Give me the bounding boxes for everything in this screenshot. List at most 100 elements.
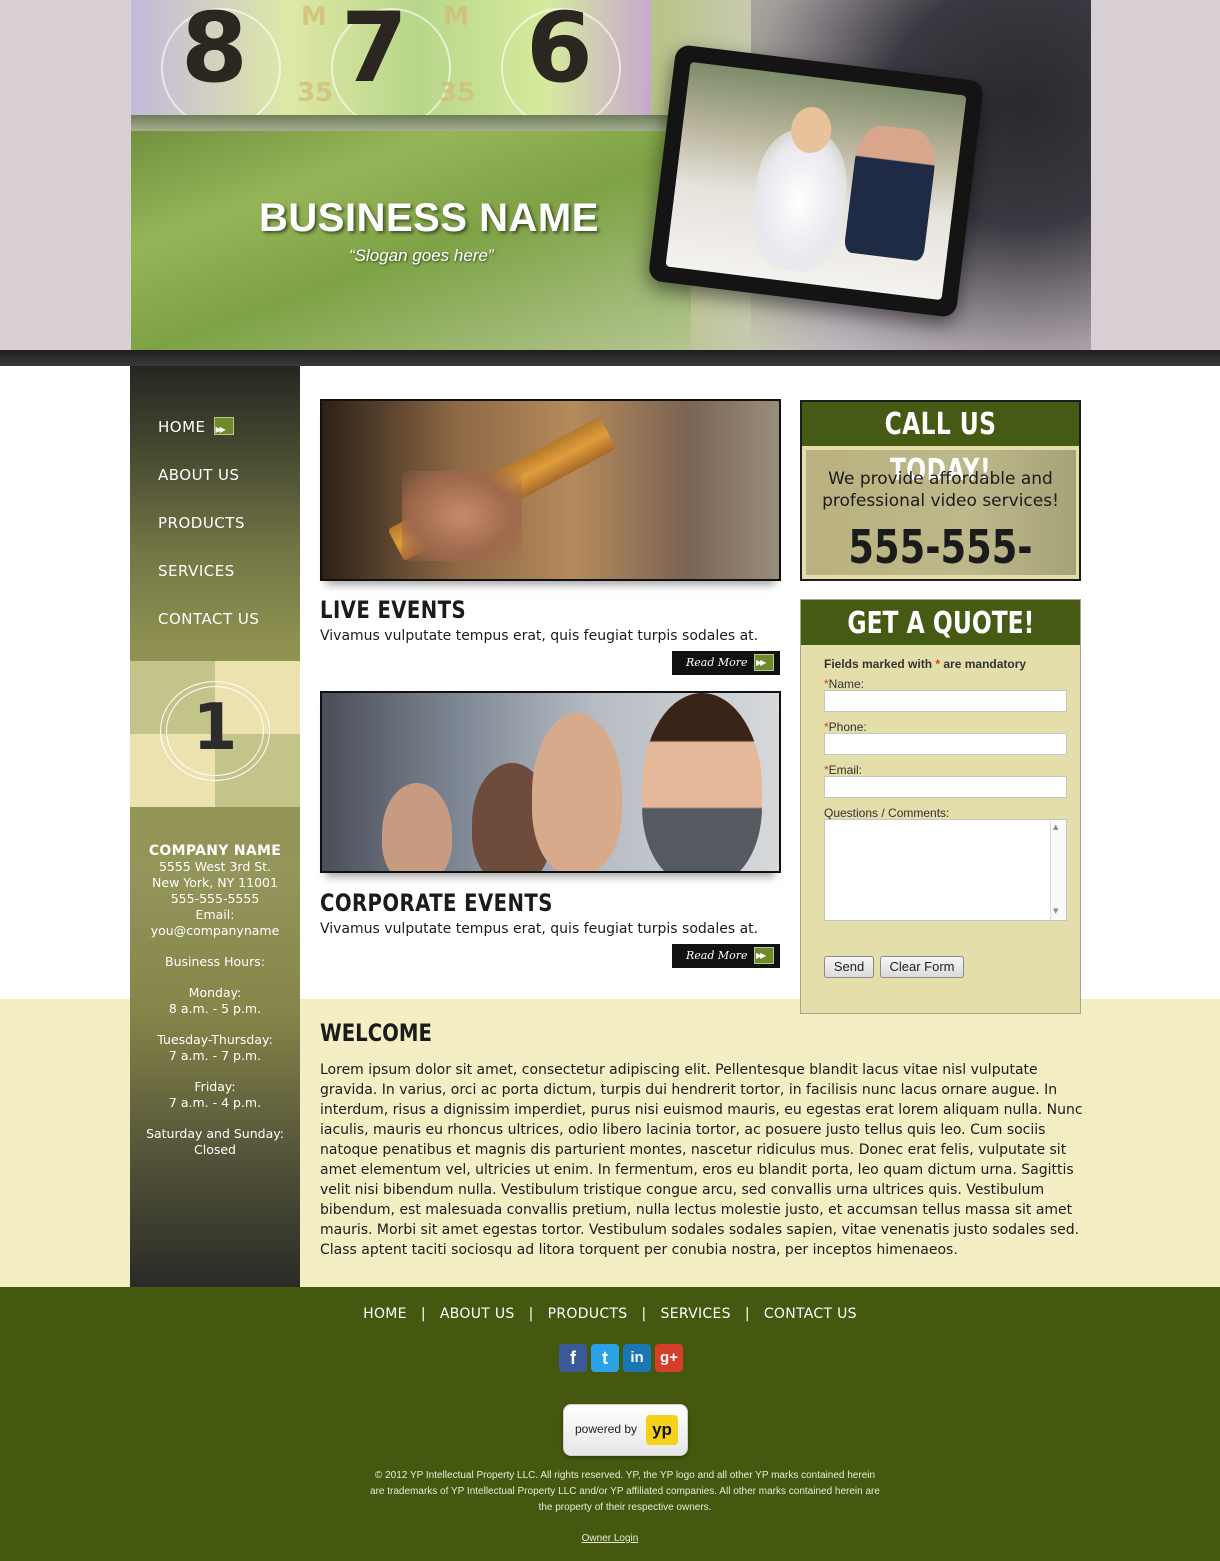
call-us-box: CALL US TODAY! We provide affordable and… xyxy=(800,400,1081,581)
film-code: 35 xyxy=(297,78,334,108)
comments-scrollbar[interactable] xyxy=(1050,820,1066,920)
phone-label: *Phone: xyxy=(824,720,867,734)
corporate-events-title: CORPORATE EVENTS xyxy=(320,889,553,917)
read-more-label: Read More xyxy=(686,656,748,669)
google-plus-icon[interactable]: g+ xyxy=(655,1344,683,1372)
email-field[interactable] xyxy=(824,776,1067,798)
name-field[interactable] xyxy=(824,690,1067,712)
nav-item-contact-us[interactable]: CONTACT US xyxy=(158,608,259,656)
email-label: *Email: xyxy=(824,763,863,777)
live-events-title: LIVE EVENTS xyxy=(320,596,467,624)
quote-title: GET A QUOTE! xyxy=(801,600,1080,645)
corporate-events-description: Vivamus vulputate tempus erat, quis feug… xyxy=(320,921,759,937)
guitar-hand xyxy=(402,471,522,561)
hours-time: Closed xyxy=(194,1142,236,1157)
nav-item-home[interactable]: HOME xyxy=(158,416,259,464)
hours-time: 7 a.m. - 4 p.m. xyxy=(168,1095,262,1110)
film-number: 7 xyxy=(341,0,408,104)
linkedin-icon[interactable]: in xyxy=(623,1344,651,1372)
hours-days: Friday: xyxy=(194,1079,236,1094)
phone-field[interactable] xyxy=(824,733,1067,755)
powered-by-yp-badge[interactable]: powered by yp xyxy=(563,1404,688,1456)
footer-link-services[interactable]: SERVICES xyxy=(661,1306,731,1322)
camera-screen xyxy=(647,43,985,319)
person-figure xyxy=(382,783,452,871)
owner-login-label[interactable]: Owner Login xyxy=(582,1533,639,1544)
copyright-text: © 2012 YP Intellectual Property LLC. All… xyxy=(360,1468,890,1516)
film-number: 6 xyxy=(526,0,593,104)
nav-item-about-us[interactable]: ABOUT US xyxy=(158,464,259,512)
live-events-read-more-button[interactable]: Read More xyxy=(672,651,780,675)
mandatory-note: Fields marked with * are mandatory xyxy=(824,657,1027,671)
main-nav: HOME ABOUT US PRODUCTS SERVICES CONTACT … xyxy=(158,416,259,656)
film-mark: M xyxy=(443,2,469,32)
person-figure xyxy=(642,693,762,871)
welcome-text: Lorem ipsum dolor sit amet, consectetur … xyxy=(320,1062,1083,1258)
film-countdown-strip: 8 7 6 M M 35 35 xyxy=(131,0,651,128)
powered-by-text: powered by xyxy=(575,1422,638,1436)
yp-logo-icon: yp xyxy=(646,1415,678,1445)
footer-link-products[interactable]: PRODUCTS xyxy=(548,1306,628,1322)
business-hours-title: Business Hours: xyxy=(165,954,265,969)
wedding-photo xyxy=(665,61,967,301)
nav-item-label: ABOUT US xyxy=(158,466,240,484)
footer-separator: | xyxy=(420,1306,426,1322)
sidebar: HOME ABOUT US PRODUCTS SERVICES CONTACT … xyxy=(130,366,300,1290)
person-figure xyxy=(532,713,622,871)
copyright-line: © 2012 YP Intellectual Property LLC. All… xyxy=(374,1470,876,1481)
footer-nav: HOME | ABOUT US | PRODUCTS | SERVICES | CONTACT … xyxy=(0,1306,1220,1322)
film-number: 8 xyxy=(181,0,248,104)
call-us-line: We provide affordable and xyxy=(828,469,1053,489)
nav-item-services[interactable]: SERVICES xyxy=(158,560,259,608)
clear-form-button[interactable]: Clear Form xyxy=(880,956,964,978)
slogan: “Slogan goes here” xyxy=(349,246,494,265)
hours-days: Saturday and Sunday: xyxy=(146,1126,284,1141)
name-label: *Name: xyxy=(824,677,865,691)
scroll-up-icon[interactable]: ▲ xyxy=(1053,823,1058,831)
nav-item-label: SERVICES xyxy=(158,562,235,580)
twitter-icon[interactable]: t xyxy=(591,1344,619,1372)
business-name: BUSINESS NAME xyxy=(259,196,599,240)
comments-field[interactable] xyxy=(824,819,1067,921)
call-us-title: CALL US TODAY! xyxy=(802,402,1079,488)
call-us-text: We provide affordable and professional v… xyxy=(802,468,1079,512)
welcome-title: WELCOME xyxy=(320,1019,432,1047)
read-more-label: Read More xyxy=(686,949,748,962)
corporate-events-read-more-button[interactable]: Read More xyxy=(672,944,780,968)
company-phone: 555-555-5555 xyxy=(170,891,260,906)
copyright-line: are trademarks of YP Intellectual Proper… xyxy=(370,1486,880,1497)
live-events-description: Vivamus vulputate tempus erat, quis feug… xyxy=(320,628,759,644)
nav-item-label: PRODUCTS xyxy=(158,514,245,532)
company-address-2: New York, NY 11001 xyxy=(152,875,278,890)
facebook-icon[interactable]: f xyxy=(559,1344,587,1372)
company-email[interactable]: Email: you@companyname xyxy=(130,907,300,939)
footer-link-contact-us[interactable]: CONTACT US xyxy=(764,1306,857,1322)
copyright-line: the property of their respective owners. xyxy=(538,1502,712,1513)
footer-separator: | xyxy=(528,1306,534,1322)
nav-item-label: HOME xyxy=(158,418,206,436)
scroll-down-icon[interactable]: ▼ xyxy=(1053,907,1058,915)
countdown-number: 1 xyxy=(192,691,238,765)
call-us-phone: 555-555-5555 xyxy=(848,520,1033,579)
owner-login-link[interactable]: Owner Login xyxy=(0,1533,1220,1544)
company-name: COMPANY NAME xyxy=(148,843,282,859)
hours-time: 7 a.m. - 7 p.m. xyxy=(168,1048,262,1063)
footer-separator: | xyxy=(744,1306,750,1322)
header-divider-bar xyxy=(0,350,1220,366)
footer-link-home[interactable]: HOME xyxy=(363,1306,407,1322)
nav-item-label: CONTACT US xyxy=(158,610,260,628)
fast-forward-icon xyxy=(213,417,234,441)
company-info: COMPANY NAME 5555 West 3rd St. New York,… xyxy=(130,843,300,1158)
film-code: 35 xyxy=(439,78,476,108)
corporate-events-image xyxy=(320,691,781,873)
footer-link-about-us[interactable]: ABOUT US xyxy=(440,1306,515,1322)
send-button[interactable]: Send xyxy=(824,956,874,978)
hours-days: Tuesday-Thursday: xyxy=(157,1032,273,1047)
footer-separator: | xyxy=(641,1306,647,1322)
nav-item-products[interactable]: PRODUCTS xyxy=(158,512,259,560)
fast-forward-icon xyxy=(754,654,774,671)
call-us-line: professional video services! xyxy=(822,491,1059,511)
film-mark: M xyxy=(301,2,327,32)
film-edge xyxy=(131,115,691,131)
quote-form: GET A QUOTE! Fields marked with * are ma… xyxy=(800,599,1081,1014)
